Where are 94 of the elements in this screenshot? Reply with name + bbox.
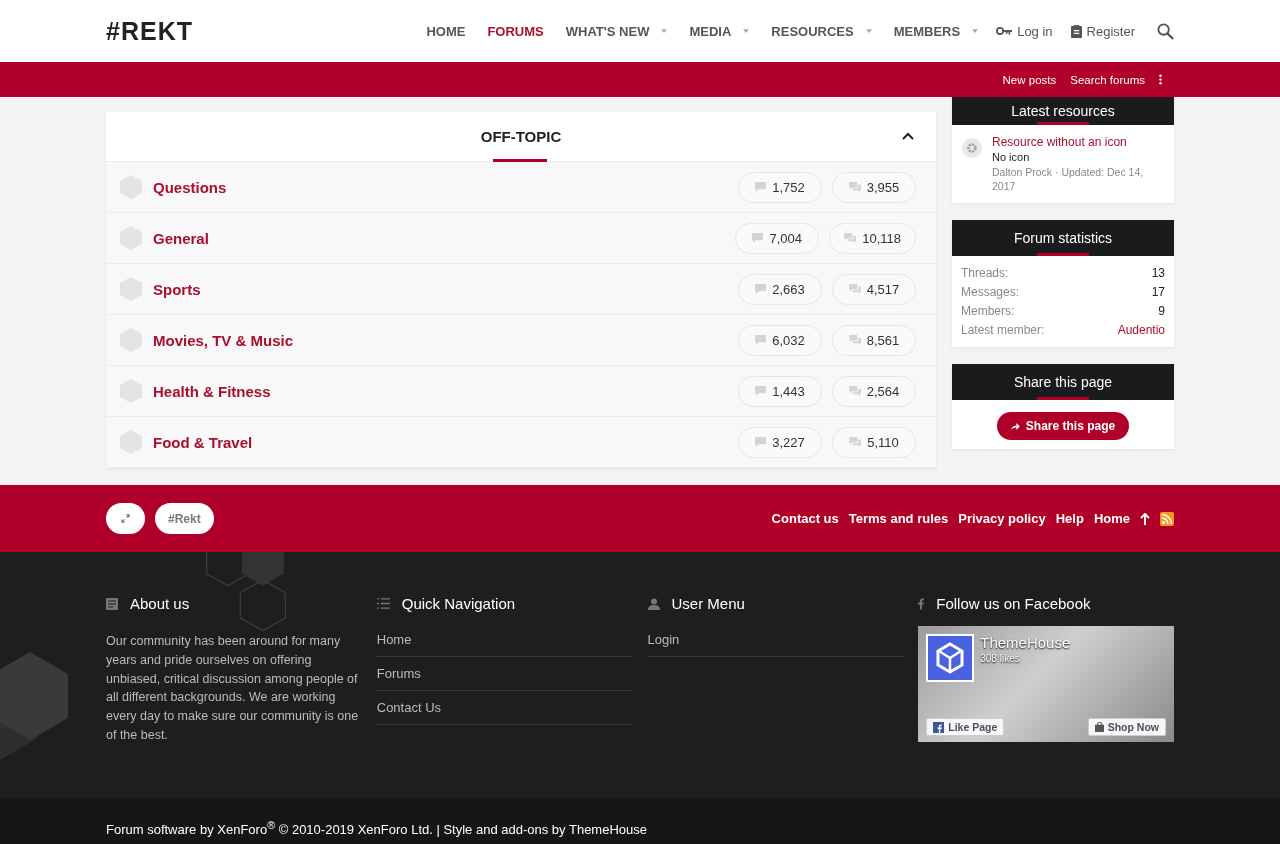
forum-title-link[interactable]: Questions <box>153 178 728 196</box>
nav-tab[interactable]: HOME <box>426 23 466 39</box>
footer-nav-link[interactable]: Login <box>647 632 904 657</box>
footer-link[interactable]: Terms and rules <box>848 511 949 526</box>
sub-nav-link[interactable]: Search forums <box>1070 73 1145 86</box>
collapse-chevron-icon[interactable] <box>902 132 914 140</box>
resource-meta: Dalton Prock · Updated: Dec 14, 2017 <box>992 165 1145 194</box>
message-count: 3,955 <box>832 171 916 203</box>
statistic-label: Messages: <box>961 285 1020 300</box>
message-count: 5,110 <box>832 426 916 458</box>
thread-count: 2,663 <box>738 273 822 305</box>
resource-tagline: No icon <box>992 151 1031 163</box>
footer-nav-link[interactable]: Forums <box>376 666 633 691</box>
sub-nav-link[interactable]: New posts <box>1002 73 1057 86</box>
statistic-value: 9 <box>1158 304 1165 319</box>
thread-count: 7,004 <box>735 222 820 254</box>
statistic-label: Latest member: <box>961 323 1045 338</box>
back-to-top-arrow-icon[interactable] <box>1140 512 1150 525</box>
facebook-like-count: 308 likes <box>980 653 1021 664</box>
list-icon <box>376 598 390 609</box>
nav-tab[interactable]: FORUMS <box>487 23 544 39</box>
shopping-bag-icon <box>1094 722 1104 732</box>
site-logo[interactable]: #REKT <box>106 16 193 46</box>
thread-count: 1,443 <box>738 375 822 407</box>
forum-title-link[interactable]: General <box>153 229 726 247</box>
statistic-value: 13 <box>1151 266 1165 281</box>
speech-bubble-icon <box>755 386 767 396</box>
speech-bubble-icon <box>752 233 764 243</box>
document-icon <box>106 597 118 610</box>
thread-count: 6,032 <box>738 324 822 356</box>
key-icon <box>996 26 1013 36</box>
about-text: Our community has been around for many years and pride ourselves on offering unbiased, critical discussion among people of all different backgrounds. We are working every day to make sure our community is one of the best. <box>106 633 360 744</box>
speech-bubble-icon <box>755 335 767 345</box>
user-icon <box>647 597 660 610</box>
footer-nav-link[interactable]: Contact Us <box>376 700 633 725</box>
forum-title-link[interactable]: Health & Fitness <box>153 382 728 400</box>
style-chooser-button[interactable]: #Rekt <box>155 503 214 534</box>
message-count: 4,517 <box>832 273 916 305</box>
forum-title-link[interactable]: Food & Travel <box>153 433 728 451</box>
speech-bubble-icon <box>755 182 767 192</box>
widget-title: Forum statistics <box>1014 230 1112 247</box>
nav-tab[interactable]: RESOURCES <box>771 23 854 39</box>
facebook-icon <box>918 597 925 610</box>
speech-bubbles-icon <box>848 182 861 192</box>
footer-nav-link[interactable]: Home <box>376 632 633 657</box>
more-options-icon[interactable] <box>1159 74 1162 85</box>
widget-title: Share this page <box>1013 374 1113 391</box>
thread-count: 3,227 <box>738 426 822 458</box>
resource-title-link[interactable]: Resource without an icon <box>992 135 1164 149</box>
statistic-value: 17 <box>1151 285 1165 300</box>
footer-link[interactable]: Privacy policy <box>958 511 1046 526</box>
gear-icon <box>962 138 982 158</box>
nav-tab[interactable]: MEMBERS <box>893 23 961 39</box>
speech-bubble-icon <box>755 284 767 294</box>
rss-icon[interactable] <box>1160 511 1174 526</box>
message-count: 8,561 <box>832 324 916 356</box>
share-arrow-icon <box>1010 422 1020 430</box>
share-button[interactable]: Share this page <box>996 412 1130 441</box>
footer-heading: About us <box>106 595 362 612</box>
header-log-in-link[interactable]: Log in <box>996 23 1053 39</box>
like-page-button[interactable]: Like Page <box>926 718 1005 736</box>
thread-count: 1,752 <box>738 171 822 203</box>
message-count: 2,564 <box>832 375 916 407</box>
statistic-label: Threads: <box>961 266 1009 281</box>
expand-button[interactable] <box>106 503 145 534</box>
member-link[interactable]: Audentio <box>1117 323 1165 338</box>
register-link[interactable]: Register <box>1070 23 1135 39</box>
shop-now-button[interactable]: Shop Now <box>1087 718 1166 736</box>
forum-title-link[interactable]: Sports <box>153 280 728 298</box>
nav-tab[interactable]: WHAT'S NEW <box>565 23 650 39</box>
speech-bubbles-icon <box>848 284 861 294</box>
footer-link[interactable]: Contact us <box>771 511 839 526</box>
forum-title-link[interactable]: Movies, TV & Music <box>153 331 728 349</box>
footer-link[interactable]: Home <box>1093 511 1130 526</box>
speech-bubbles-icon <box>848 386 861 396</box>
footer-heading: User Menu <box>647 595 904 612</box>
cube-logo-icon <box>926 634 975 682</box>
facebook-icon <box>933 721 945 733</box>
message-count: 10,118 <box>829 222 916 254</box>
category-title[interactable]: OFF-TOPIC <box>480 128 562 145</box>
search-icon[interactable] <box>1157 22 1174 40</box>
speech-bubbles-icon <box>848 335 861 345</box>
speech-bubbles-icon <box>849 437 862 447</box>
copyright-text: Forum software by XenForo$^{®}$ © 2010-2019 XenForo Ltd. | Style and add-ons by ThemeHouse <box>106 821 647 837</box>
speech-bubble-icon <box>755 437 767 447</box>
speech-bubbles-icon <box>844 233 857 243</box>
expand-arrows-icon <box>121 514 130 523</box>
footer-heading: Follow us on Facebook <box>918 595 1174 612</box>
footer-link[interactable]: Help <box>1055 511 1084 526</box>
statistic-label: Members: <box>961 304 1015 319</box>
footer-heading: Quick Navigation <box>376 595 633 612</box>
widget-title: Latest resources <box>1011 103 1115 119</box>
nav-tab[interactable]: MEDIA <box>689 23 732 39</box>
clipboard-icon <box>1070 24 1082 38</box>
